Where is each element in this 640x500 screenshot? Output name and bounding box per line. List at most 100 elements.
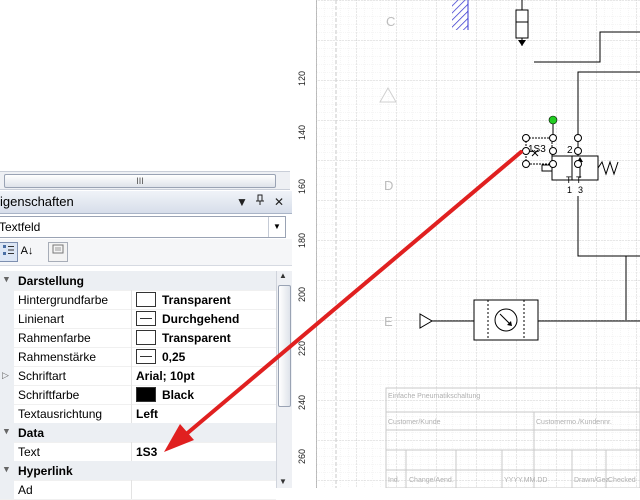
property-row[interactable]: ▷ Schriftart Arial; 10pt bbox=[0, 366, 276, 386]
property-name: Schriftfarbe bbox=[18, 388, 80, 402]
chevron-down-icon[interactable]: ▼ bbox=[268, 217, 285, 237]
panel-title: igenschaften bbox=[0, 194, 74, 209]
title-block-customer: Customer/Kunde bbox=[388, 419, 441, 426]
color-swatch bbox=[136, 330, 156, 345]
property-value[interactable]: Black bbox=[162, 388, 194, 402]
column-separator bbox=[131, 366, 132, 385]
scroll-down-icon[interactable]: ▼ bbox=[279, 477, 287, 486]
property-row[interactable]: Schriftfarbe Black bbox=[0, 385, 276, 405]
properties-panel-header: igenschaften ▼ ✕ bbox=[0, 191, 292, 214]
row-gutter bbox=[0, 328, 14, 347]
property-value[interactable]: Arial; 10pt bbox=[136, 369, 195, 383]
scrollbar-grip: III bbox=[136, 176, 144, 186]
dropdown-arrow-icon[interactable]: ▼ bbox=[234, 194, 250, 210]
row-gutter bbox=[0, 404, 14, 423]
property-value[interactable]: Left bbox=[136, 407, 158, 421]
zone-letter-c: C bbox=[386, 14, 395, 29]
pin-icon[interactable] bbox=[252, 194, 268, 210]
port-label-2: 2 bbox=[567, 145, 573, 156]
property-category[interactable]: Data ▲ bbox=[0, 423, 276, 443]
property-value[interactable]: 1S3 bbox=[136, 445, 157, 459]
property-row[interactable]: Rahmenstärke 0,25 bbox=[0, 347, 276, 367]
property-name: Textausrichtung bbox=[18, 407, 103, 421]
schematic-svg: C D E 2 T T 1 3 1S3 Einfache Pneumatiksc… bbox=[316, 0, 640, 489]
color-swatch bbox=[136, 349, 156, 364]
property-value[interactable]: Transparent bbox=[162, 293, 231, 307]
property-value[interactable]: Durchgehend bbox=[162, 312, 239, 326]
property-name: Ad bbox=[18, 483, 33, 497]
property-category[interactable]: Darstellung ▲ bbox=[0, 271, 276, 291]
color-swatch bbox=[136, 292, 156, 307]
drawing-canvas[interactable]: 120 140 160 180 200 220 240 260 C D E 2 … bbox=[292, 0, 640, 489]
property-value[interactable]: Transparent bbox=[162, 331, 231, 345]
title-block-date: YYYY.MM.DD bbox=[504, 477, 547, 484]
column-separator bbox=[131, 328, 132, 347]
column-separator bbox=[131, 309, 132, 328]
collapse-icon[interactable]: ▲ bbox=[2, 427, 11, 437]
ruler-tick-label: 160 bbox=[297, 178, 307, 194]
property-name: Hintergrundfarbe bbox=[18, 293, 109, 307]
property-name: Schriftart bbox=[18, 369, 67, 383]
row-gutter bbox=[0, 309, 14, 328]
zone-letter-e: E bbox=[384, 314, 393, 329]
property-row[interactable]: Ad bbox=[0, 480, 276, 500]
row-gutter bbox=[0, 290, 14, 309]
hatched-element bbox=[452, 0, 468, 30]
property-row[interactable]: Hintergrundfarbe Transparent bbox=[0, 290, 276, 310]
column-separator bbox=[131, 385, 132, 404]
ruler-tick-label: 120 bbox=[297, 70, 307, 86]
title-block-checked: Checked bbox=[608, 477, 636, 484]
object-select-value: Textfeld bbox=[0, 220, 41, 234]
title-block-index: Ind. bbox=[388, 477, 400, 484]
vertical-ruler: 120 140 160 180 200 220 240 260 bbox=[292, 0, 317, 488]
property-name: Rahmenfarbe bbox=[18, 331, 91, 345]
alphabetical-sort-icon[interactable]: A↓ bbox=[18, 242, 36, 260]
property-pages-icon[interactable] bbox=[48, 242, 68, 262]
column-separator bbox=[131, 290, 132, 309]
object-select-dropdown[interactable]: Textfeld ▼ bbox=[0, 216, 286, 238]
port-label-1: 1 bbox=[567, 185, 572, 195]
property-row[interactable]: Rahmenfarbe Transparent bbox=[0, 328, 276, 348]
column-separator bbox=[131, 404, 132, 423]
ruler-tick-label: 220 bbox=[297, 340, 307, 356]
collapse-icon[interactable]: ▲ bbox=[2, 275, 11, 285]
property-name: Text bbox=[18, 445, 41, 459]
scroll-up-icon[interactable]: ▲ bbox=[279, 271, 287, 280]
line-style-swatch bbox=[140, 318, 152, 319]
column-separator bbox=[131, 480, 132, 499]
title-block-change: Change/Aend. bbox=[409, 477, 454, 484]
ruler-tick-label: 260 bbox=[297, 448, 307, 464]
color-swatch bbox=[136, 387, 156, 402]
ruler-tick-label: 200 bbox=[297, 286, 307, 302]
port-label-t2: T bbox=[576, 175, 582, 185]
port-label-3: 3 bbox=[578, 185, 583, 195]
horizontal-scrollbar[interactable]: III bbox=[0, 171, 290, 190]
zone-letter-d: D bbox=[384, 178, 393, 193]
title-block-drawn: Drawn/Gez. bbox=[574, 477, 611, 484]
row-gutter bbox=[0, 347, 14, 366]
category-label: Darstellung bbox=[18, 274, 85, 288]
column-separator bbox=[131, 442, 132, 461]
property-value[interactable]: 0,25 bbox=[162, 350, 185, 364]
categorized-icon[interactable] bbox=[0, 242, 18, 262]
property-row[interactable]: Linienart Durchgehend bbox=[0, 309, 276, 329]
vertical-scrollbar[interactable]: ▲ ▼ bbox=[276, 271, 292, 488]
close-icon[interactable]: ✕ bbox=[271, 194, 287, 210]
rotation-handle bbox=[548, 115, 558, 125]
property-category[interactable]: Hyperlink ▲ bbox=[0, 461, 276, 481]
ruler-tick-label: 240 bbox=[297, 394, 307, 410]
vertical-scrollbar-thumb[interactable] bbox=[278, 285, 291, 407]
row-gutter bbox=[0, 442, 14, 461]
schematic-drawing[interactable]: C D E 2 T T 1 3 1S3 Einfache Pneumatiksc… bbox=[316, 0, 640, 489]
horizontal-scrollbar-thumb[interactable]: III bbox=[4, 174, 276, 188]
collapse-icon[interactable]: ▲ bbox=[2, 465, 11, 475]
expand-icon[interactable]: ▷ bbox=[2, 370, 9, 381]
property-row[interactable]: Textausrichtung Left bbox=[0, 404, 276, 424]
ruler-tick-label: 140 bbox=[297, 124, 307, 140]
property-name: Rahmenstärke bbox=[18, 350, 97, 364]
document-explorer-area: III bbox=[0, 0, 292, 192]
ruler-tick-label: 180 bbox=[297, 232, 307, 248]
property-row[interactable]: Text 1S3 bbox=[0, 442, 276, 462]
component-label-1s3: 1S3 bbox=[528, 144, 546, 155]
line-style-swatch bbox=[140, 356, 152, 357]
